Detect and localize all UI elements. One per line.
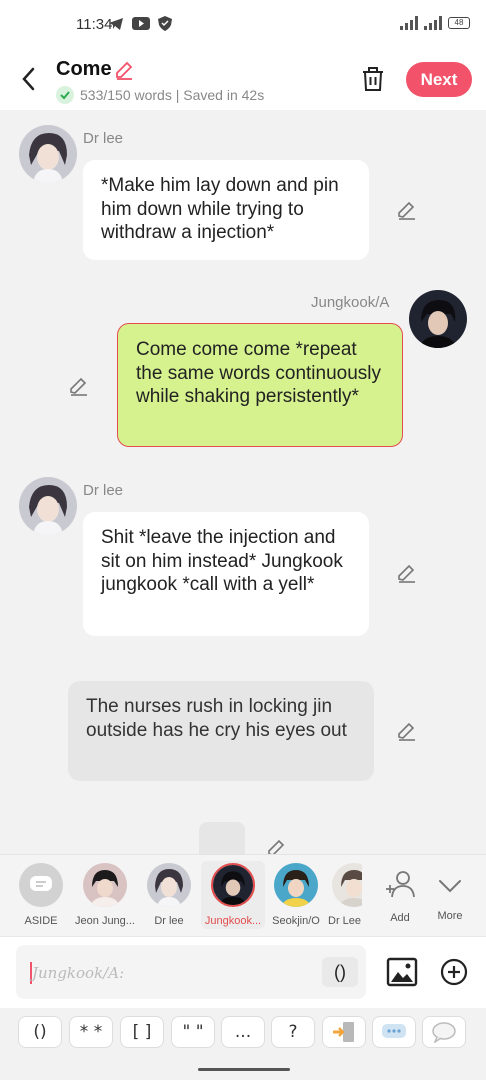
telegram-icon [109, 17, 123, 30]
header: Come 533/150 words | Saved in 42s Next [0, 48, 486, 110]
signal-icon-2 [424, 16, 442, 30]
more-button[interactable]: More [418, 861, 482, 929]
speech-bubble-button[interactable] [422, 1016, 466, 1048]
input-placeholder: Jungkook/A: [32, 964, 125, 982]
insert-asterisks[interactable]: * * [69, 1016, 113, 1048]
message-bubble[interactable]: *Make him lay down and pin him down whil… [83, 160, 369, 260]
chat-bubble-icon [30, 876, 52, 891]
avatar-dr-lee[interactable] [19, 477, 77, 535]
partial-bubble [199, 822, 245, 854]
next-button[interactable]: Next [406, 62, 472, 97]
speaker-name: Dr lee [83, 130, 124, 147]
insert-brackets[interactable]: [ ] [120, 1016, 164, 1048]
edit-message-icon[interactable] [68, 375, 90, 397]
char-seokjin[interactable]: Seokjin/O [264, 861, 328, 929]
word-count-status: 533/150 words | Saved in 42s [56, 86, 264, 104]
chat-area[interactable]: Dr lee *Make him lay down and pin him do… [0, 110, 486, 854]
door-exit-icon [333, 1022, 354, 1042]
char-jungkook-a[interactable]: Jungkook... [201, 861, 265, 929]
gesture-handle [198, 1068, 290, 1071]
message-input[interactable]: Jungkook/A: () [16, 945, 366, 999]
message-bubble[interactable]: Shit *leave the injection and sit on him… [83, 512, 369, 636]
speaker-name: Dr lee [83, 482, 124, 499]
edit-message-icon[interactable] [396, 720, 418, 742]
input-bar: Jungkook/A: () [0, 936, 486, 1008]
narration-bubble[interactable]: The nurses rush in locking jin outside h… [68, 681, 374, 781]
chevron-down-icon [439, 880, 461, 893]
edit-message-icon[interactable] [266, 837, 288, 854]
youtube-icon [132, 17, 150, 30]
trash-icon[interactable] [361, 66, 385, 92]
edit-message-icon[interactable] [396, 562, 418, 584]
typing-bubble-icon [382, 1024, 406, 1038]
enter-door-button[interactable] [322, 1016, 366, 1048]
char-jeon-jungkook[interactable]: Jeon Jung... [73, 861, 137, 929]
back-arrow-icon[interactable] [18, 66, 40, 92]
pencil-icon[interactable] [114, 60, 134, 80]
parentheses-button[interactable]: () [322, 957, 358, 987]
avatar-jungkook[interactable] [409, 290, 467, 348]
edit-message-icon[interactable] [396, 199, 418, 221]
char-dr-lee[interactable]: Dr lee [137, 861, 201, 929]
subtitle-text: 533/150 words | Saved in 42s [80, 87, 265, 103]
story-title[interactable]: Come [56, 58, 112, 81]
insert-question[interactable]: ? [271, 1016, 315, 1048]
char-dr-lee-2[interactable]: Dr Lee [322, 861, 362, 929]
add-user-icon [386, 871, 415, 898]
battery-icon: 48 [448, 17, 470, 29]
insert-quotes[interactable]: " " [171, 1016, 215, 1048]
character-selector: ASIDE Jeon Jung... Dr lee Jungkook... Se… [0, 854, 486, 936]
plus-icon[interactable] [440, 958, 468, 986]
insert-ellipsis[interactable]: ... [221, 1016, 265, 1048]
insert-parentheses[interactable]: () [18, 1016, 62, 1048]
speech-bubble-icon [432, 1022, 456, 1043]
message-bubble-user[interactable]: Come come come *repeat the same words co… [117, 323, 403, 447]
image-icon[interactable] [386, 957, 418, 987]
char-aside[interactable]: ASIDE [9, 861, 73, 929]
signal-icon [400, 16, 418, 30]
status-bar: 11:34 48 [0, 0, 486, 48]
speaker-name: Jungkook/A [311, 294, 390, 311]
typing-bubble-button[interactable] [372, 1016, 416, 1048]
check-icon [56, 86, 74, 104]
avatar-dr-lee[interactable] [19, 125, 77, 183]
shield-icon [158, 16, 172, 31]
status-time: 11:34 [76, 16, 113, 33]
